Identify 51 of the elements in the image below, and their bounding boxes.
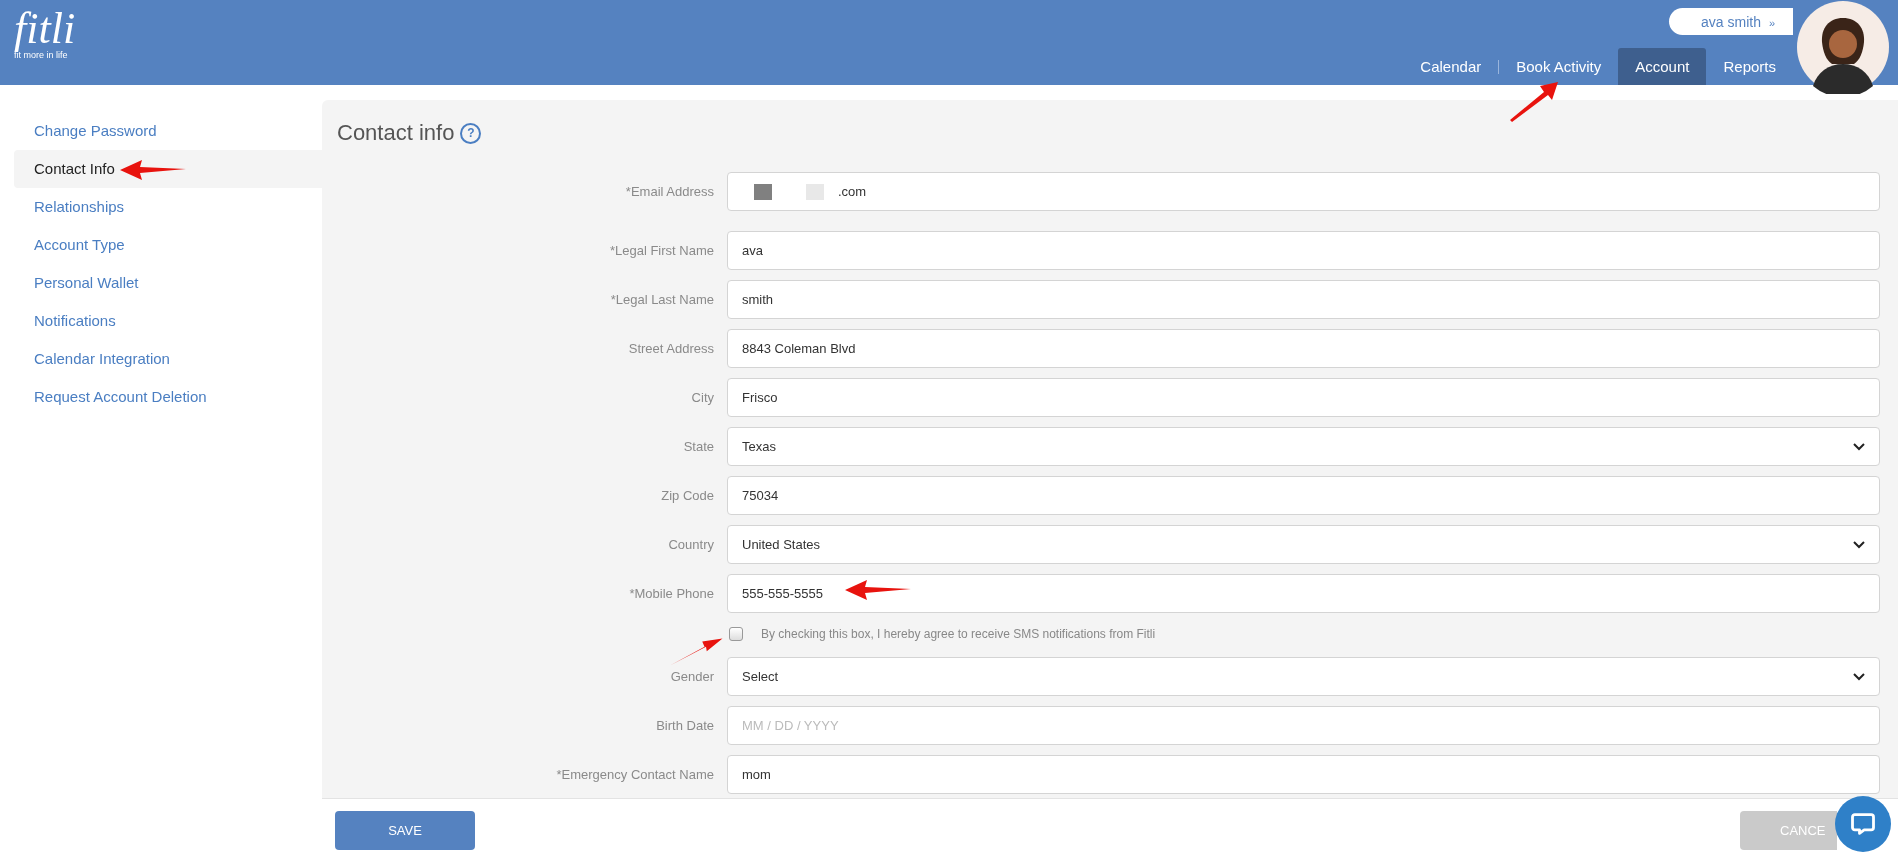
nav-tab[interactable]: Reports bbox=[1706, 48, 1793, 85]
sidebar-item[interactable]: Request Account Deletion bbox=[14, 378, 322, 416]
select-field[interactable]: Select bbox=[727, 657, 1880, 696]
sms-checkbox[interactable] bbox=[729, 627, 743, 641]
sidebar-item[interactable]: Account Type bbox=[14, 226, 322, 264]
save-button[interactable]: SAVE bbox=[335, 811, 475, 850]
select-field[interactable]: United States bbox=[727, 525, 1880, 564]
field-label: City bbox=[690, 390, 714, 405]
input-field[interactable]: 75034 bbox=[727, 476, 1880, 515]
chat-button[interactable] bbox=[1835, 796, 1891, 852]
input-field[interactable]: 555-555-5555 bbox=[727, 574, 1880, 613]
field-label: *Legal Last Name bbox=[609, 292, 714, 307]
sidebar-item[interactable]: Calendar Integration bbox=[14, 340, 322, 378]
input-field[interactable]: 8843 Coleman Blvd bbox=[727, 329, 1880, 368]
user-menu-button[interactable]: ava smith » bbox=[1669, 8, 1793, 35]
field-label: *Legal First Name bbox=[608, 243, 714, 258]
sidebar-item[interactable]: Relationships bbox=[14, 188, 322, 226]
field-label: Gender bbox=[669, 669, 714, 684]
field-label: *Mobile Phone bbox=[628, 586, 714, 601]
field-label: *Email Address bbox=[624, 184, 714, 199]
chevron-down-icon bbox=[1853, 442, 1865, 451]
field-label: State bbox=[682, 439, 714, 454]
field-label: Street Address bbox=[627, 341, 714, 356]
field-label: Country bbox=[667, 537, 714, 552]
checkbox-label: By checking this box, I hereby agree to receive SMS notifications from Fitli bbox=[761, 627, 1156, 641]
redaction-mark bbox=[754, 183, 772, 200]
annotation-arrow bbox=[1508, 80, 1560, 122]
sidebar-item[interactable]: Personal Wallet bbox=[14, 264, 322, 302]
input-field[interactable]: MM / DD / YYYY bbox=[727, 706, 1880, 745]
field-label: Zip Code bbox=[660, 488, 714, 503]
chevron-down-icon bbox=[1853, 540, 1865, 549]
section-title: Contact info bbox=[337, 120, 455, 146]
nav-tab[interactable]: Book Activity bbox=[1499, 48, 1619, 85]
input-field[interactable]: mom bbox=[727, 755, 1880, 794]
sidebar-item[interactable]: Change Password bbox=[14, 112, 322, 150]
field-label: *Emergency Contact Name bbox=[555, 767, 714, 782]
nav-tab[interactable]: Calendar bbox=[1403, 48, 1499, 85]
chat-bubble-icon bbox=[1849, 810, 1877, 838]
sidebar-item[interactable]: Notifications bbox=[14, 302, 322, 340]
input-field[interactable]: ava bbox=[727, 231, 1880, 270]
field-value: .com bbox=[838, 184, 867, 199]
sidebar-item[interactable]: Contact Info bbox=[14, 150, 322, 188]
field-label: Birth Date bbox=[655, 718, 714, 733]
avatar-icon[interactable] bbox=[1796, 0, 1890, 94]
help-icon[interactable]: ? bbox=[460, 122, 482, 144]
input-field[interactable]: smith bbox=[727, 280, 1880, 319]
nav-tab[interactable]: Account bbox=[1618, 48, 1707, 85]
email-field[interactable]: .com bbox=[727, 172, 1880, 211]
chevron-down-icon bbox=[1853, 672, 1865, 681]
select-field[interactable]: Texas bbox=[727, 427, 1880, 466]
input-field[interactable]: Frisco bbox=[727, 378, 1880, 417]
